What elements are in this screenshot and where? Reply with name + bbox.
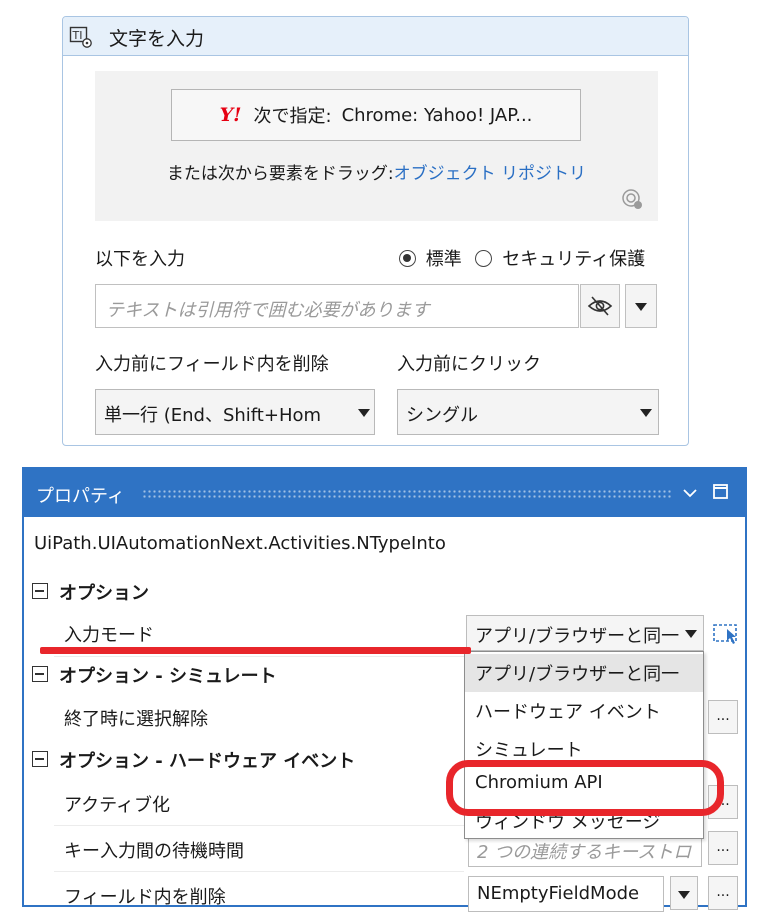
click-before-dropdown[interactable]: シングル (397, 389, 659, 435)
deselect-at-end-label: 終了時に選択解除 (64, 709, 208, 730)
indicate-property-icon[interactable] (710, 617, 742, 649)
category-simulate-label: オプション - シミュレート (59, 666, 277, 687)
target-settings-icon[interactable] (621, 188, 645, 212)
category-options-label: オプション (59, 583, 149, 604)
clear-before-value: 単一行 (End、Shift+Hom (104, 405, 322, 426)
drag-text: または次から要素をドラッグ: (166, 164, 394, 184)
radio-secure-label: セキュリティ保護 (502, 249, 646, 270)
click-before-label: 入力前にクリック (397, 354, 541, 375)
target-value: Chrome: Yahoo! JAP... (341, 104, 533, 126)
delay-expression-button[interactable]: ... (708, 831, 738, 865)
click-before-value: シングル (406, 405, 478, 426)
chevron-down-icon (685, 630, 697, 638)
type-into-icon: TI (69, 26, 92, 48)
chevron-down-icon[interactable] (682, 486, 698, 500)
category-hardware-events-label: オプション - ハードウェア イベント (59, 751, 356, 772)
yahoo-logo-icon: Y! (219, 104, 242, 126)
category-simulate[interactable]: オプション - シミュレート (24, 657, 464, 691)
input-label: 以下を入力 (95, 249, 185, 270)
activity-class-name: UiPath.UIAutomationNext.Activities.NType… (34, 533, 446, 554)
collapse-icon[interactable] (32, 583, 48, 599)
text-options-dropdown[interactable] (625, 284, 657, 328)
empty-field-label: フィールド内を削除 (64, 887, 226, 908)
maximize-icon[interactable] (712, 483, 730, 501)
input-mode-label: 入力モード (64, 625, 154, 646)
activity-header[interactable]: TI 文字を入力 (63, 17, 688, 56)
category-hardware-events[interactable]: オプション - ハードウェア イベント (24, 742, 464, 776)
properties-title: プロパティ (36, 486, 125, 507)
chevron-down-icon (678, 891, 690, 899)
activity-title: 文字を入力 (109, 28, 205, 50)
object-repository-link[interactable]: オブジェクト リポジトリ (394, 164, 586, 184)
input-mode-dropdown[interactable]: アプリ/ブラウザーと同一 (466, 615, 704, 651)
target-prefix: 次で指定: (253, 106, 332, 127)
header-grip[interactable] (142, 489, 672, 499)
option-hardware-events[interactable]: ハードウェア イベント (465, 692, 703, 730)
radio-standard-label: 標準 (425, 249, 462, 270)
collapse-icon[interactable] (32, 751, 48, 767)
radio-secure[interactable] (475, 250, 493, 267)
properties-panel: プロパティ UiPath.UIAutomationNext.Activities… (22, 467, 747, 912)
type-into-activity-card: TI 文字を入力 Y! 次で指定: Chrome: Yahoo! JAP... … (62, 16, 689, 446)
eye-hidden-icon (587, 296, 613, 316)
hide-text-button[interactable] (580, 284, 620, 328)
indicate-target-button[interactable]: Y! 次で指定: Chrome: Yahoo! JAP... (171, 89, 581, 141)
collapse-icon[interactable] (32, 666, 48, 682)
option-same-as-app[interactable]: アプリ/ブラウザーと同一 (465, 654, 703, 692)
empty-field-dropdown[interactable] (670, 876, 698, 910)
annotation-underline (40, 647, 471, 654)
chevron-down-icon (358, 409, 370, 417)
properties-header: プロパティ (24, 469, 745, 517)
text-input[interactable]: テキストは引用符で囲む必要があります (95, 284, 579, 328)
chevron-down-icon (640, 409, 652, 417)
target-area: Y! 次で指定: Chrome: Yahoo! JAP... または次から要素を… (95, 71, 658, 221)
annotation-highlight-ring (446, 760, 724, 816)
delay-between-keys-label: キー入力間の待機時間 (64, 841, 244, 862)
empty-field-expression-button[interactable]: ... (708, 876, 738, 910)
input-mode-value: アプリ/ブラウザーと同一 (475, 626, 680, 647)
clear-before-dropdown[interactable]: 単一行 (End、Shift+Hom (95, 389, 375, 435)
activate-label: アクティブ化 (64, 795, 171, 816)
category-options[interactable]: オプション (24, 574, 745, 608)
input-type-radio-group: 標準 セキュリティ保護 (399, 245, 645, 271)
svg-text:TI: TI (72, 29, 83, 42)
deselect-expression-button[interactable]: ... (708, 700, 738, 734)
chevron-down-icon (635, 303, 647, 311)
clear-before-label: 入力前にフィールド内を削除 (95, 354, 329, 375)
radio-standard[interactable] (399, 250, 416, 267)
drag-hint: または次から要素をドラッグ:オブジェクト リポジトリ (95, 159, 658, 184)
